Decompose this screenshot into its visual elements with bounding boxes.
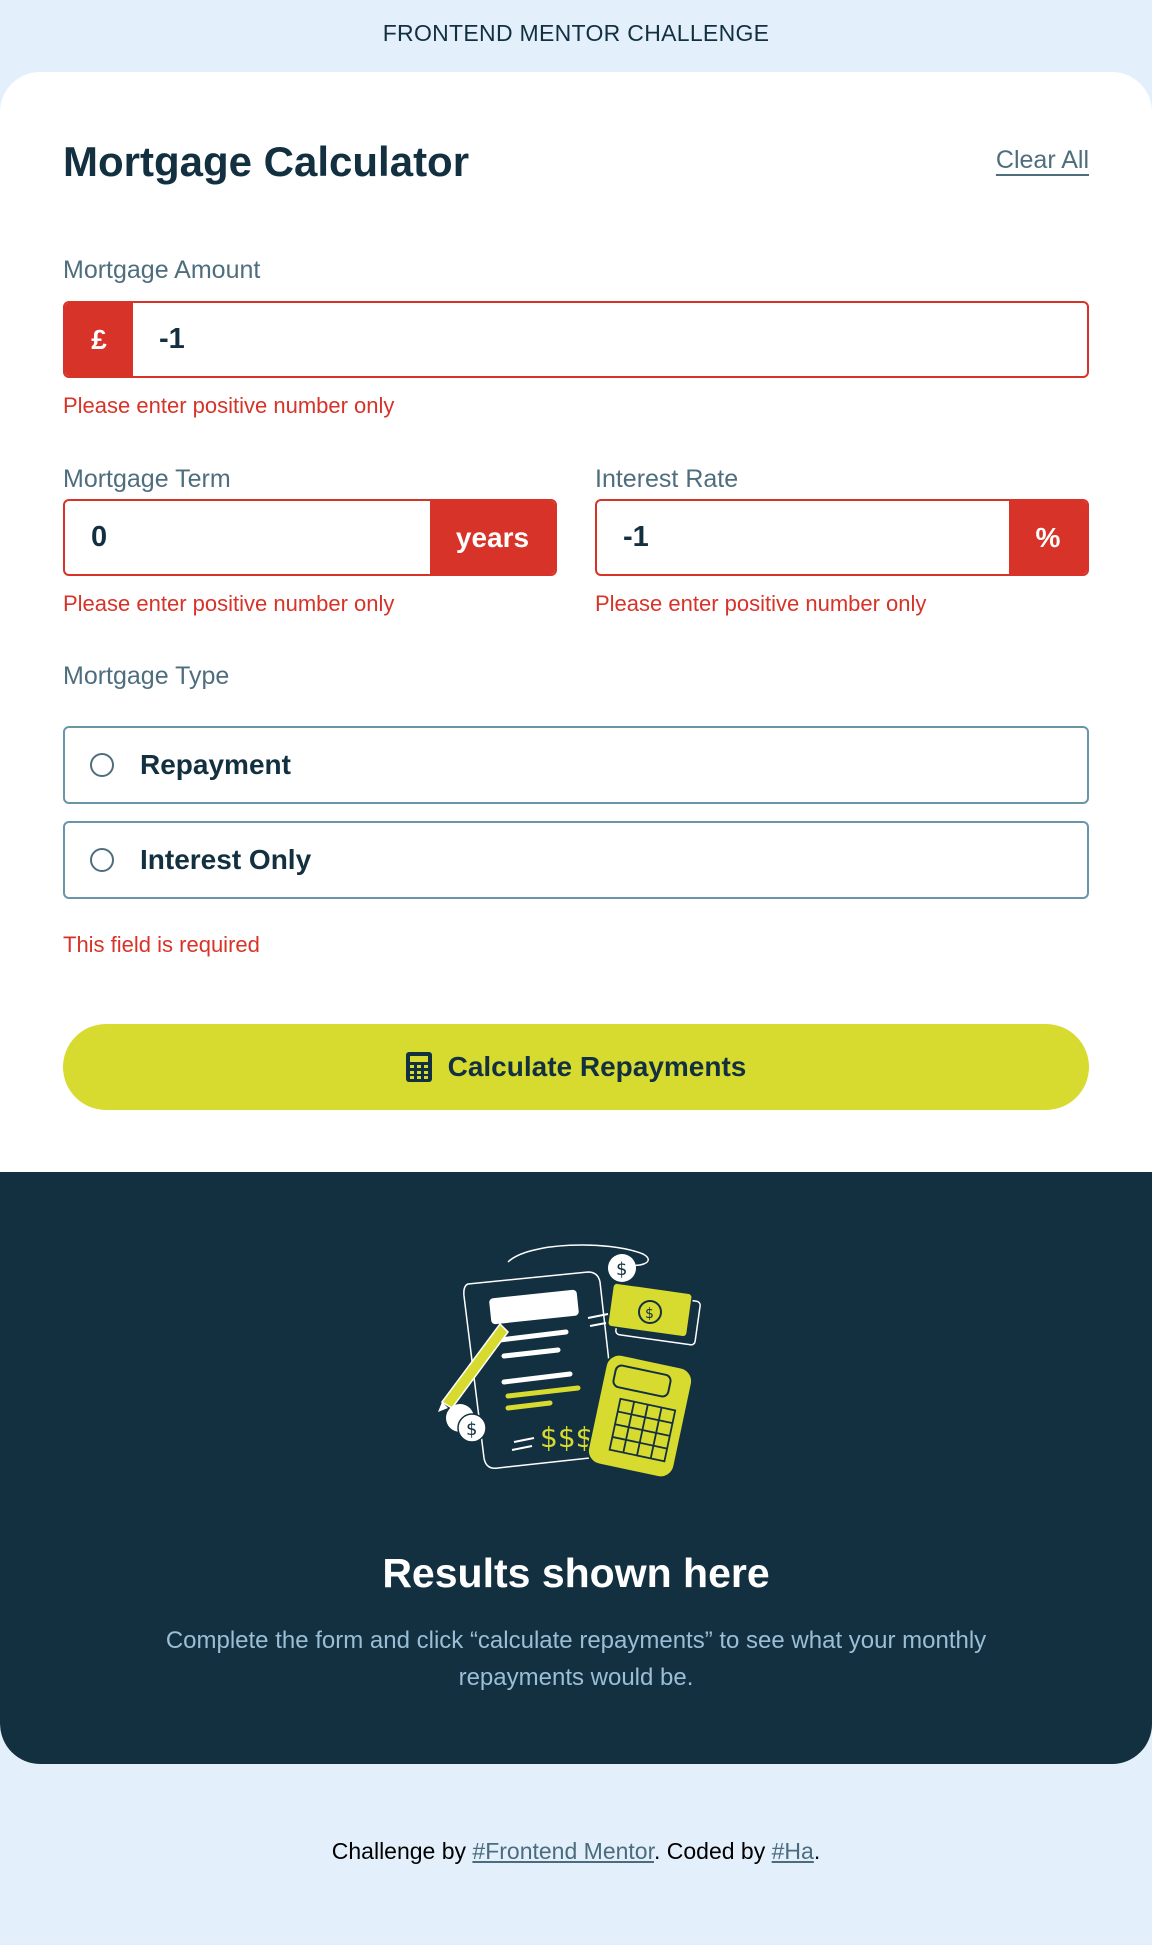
mortgage-amount-label: Mortgage Amount — [63, 256, 261, 284]
radio-option-label: Repayment — [140, 749, 291, 780]
mortgage-amount-input[interactable] — [133, 303, 1087, 376]
mortgage-term-label: Mortgage Term — [63, 465, 231, 493]
percent-suffix: % — [1009, 501, 1087, 574]
calculate-repayments-button[interactable]: Calculate Repayments — [63, 1024, 1089, 1110]
footer-middle: . Coded by — [653, 1838, 772, 1864]
page-heading: FRONTEND MENTOR CHALLENGE — [382, 20, 770, 46]
svg-text:$: $ — [645, 1306, 654, 1322]
footer-suffix: . — [813, 1838, 821, 1864]
footer-prefix: Challenge by — [331, 1838, 473, 1864]
svg-text:$: $ — [616, 1259, 627, 1280]
mortgage-type-error: This field is required — [63, 932, 260, 957]
calculator-card: Mortgage Calculator Clear All Mortgage A… — [0, 72, 1152, 1764]
radio-option-repayment[interactable]: Repayment — [63, 726, 1089, 804]
author-link[interactable]: #Ha — [772, 1838, 814, 1864]
radio-option-label: Interest Only — [140, 844, 312, 875]
mortgage-term-input[interactable] — [65, 501, 430, 574]
interest-rate-field: % — [595, 499, 1089, 576]
interest-rate-input[interactable] — [597, 501, 1009, 574]
radio-option-interest-only[interactable]: Interest Only — [63, 821, 1089, 899]
mortgage-term-error: Please enter positive number only — [63, 591, 395, 616]
results-description: Complete the form and click “calculate r… — [165, 1627, 987, 1691]
calculate-button-label: Calculate Repayments — [447, 1051, 747, 1082]
results-title: Results shown here — [382, 1550, 770, 1596]
interest-rate-error: Please enter positive number only — [595, 591, 927, 616]
attribution-footer: Challenge by #Frontend Mentor. Coded by … — [0, 1838, 1152, 1865]
mortgage-amount-error: Please enter positive number only — [63, 393, 395, 418]
interest-rate-label: Interest Rate — [595, 465, 739, 493]
calculator-title: Mortgage Calculator — [63, 138, 470, 185]
svg-text:$: $ — [466, 1419, 477, 1440]
radio-circle[interactable] — [90, 848, 114, 872]
clear-all-link[interactable]: Clear All — [996, 146, 1089, 175]
currency-prefix: £ — [65, 303, 133, 376]
empty-results-illustration: $$$ $ $ $ — [438, 1244, 701, 1479]
calculator-icon — [405, 1052, 432, 1082]
results-panel: $$$ $ $ $ Results shown here Complete th… — [0, 1172, 1152, 1764]
radio-circle[interactable] — [90, 753, 114, 777]
svg-text:$$$: $$$ — [540, 1421, 593, 1454]
term-suffix: years — [430, 501, 555, 574]
frontend-mentor-link[interactable]: #Frontend Mentor — [472, 1838, 654, 1864]
mortgage-amount-field: £ — [63, 301, 1089, 378]
mortgage-type-label: Mortgage Type — [63, 662, 230, 690]
mortgage-term-field: years — [63, 499, 557, 576]
